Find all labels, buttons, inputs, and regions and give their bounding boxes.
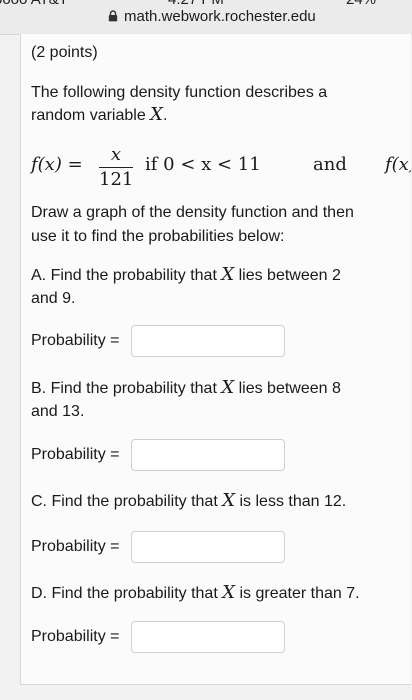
probability-c-label: Probability = — [31, 538, 120, 555]
instruction-line-2: use it to find the probabilities below: — [31, 228, 285, 245]
probability-b-label: Probability = — [31, 446, 120, 463]
question-a-var: X — [221, 264, 235, 285]
variable-x: X — [150, 104, 163, 125]
formula-and: and — [313, 154, 347, 175]
question-a-post: lies between 2 — [234, 267, 341, 284]
question-d-var: X — [222, 582, 236, 603]
battery-level: 24% — [346, 0, 376, 8]
question-d-pre: D. Find the probability that — [31, 585, 223, 602]
probability-d-label: Probability = — [31, 628, 120, 645]
probability-b-input[interactable] — [131, 439, 285, 471]
question-d-post: is greater than 7. — [235, 585, 360, 602]
probability-a-input[interactable] — [131, 325, 285, 357]
question-b-text-2: and 13. — [31, 403, 85, 420]
question-b-text: B. Find the probability that X lies betw… — [31, 377, 341, 400]
fraction-bar — [99, 167, 133, 168]
intro-period: . — [163, 107, 168, 124]
question-c-post: is less than 12. — [235, 493, 347, 510]
formula-condition: if 0 < x < 11 — [145, 154, 261, 175]
question-b-var: X — [221, 377, 235, 398]
status-bar: ᴏᴏᴏᴏ AT&T 4:27 PM 24% math.webwork.roche… — [0, 0, 412, 35]
address-bar[interactable]: math.webwork.rochester.edu — [108, 8, 316, 25]
intro-text: random variable — [31, 107, 151, 124]
question-b-pre: B. Find the probability that — [31, 380, 222, 397]
question-c-text: C. Find the probability that X is less t… — [31, 490, 346, 513]
probability-d-input[interactable] — [131, 621, 285, 653]
formula-fraction: x 121 — [99, 144, 133, 191]
question-a-text-2: and 9. — [31, 290, 76, 307]
problem-card: (2 points) The following density functio… — [20, 34, 411, 685]
question-c-pre: C. Find the probability that — [31, 493, 223, 510]
intro-line-1: The following density function describes… — [31, 84, 328, 101]
question-b-post: lies between 8 — [234, 380, 341, 397]
url-text: math.webwork.rochester.edu — [124, 8, 316, 25]
formula-lhs: f(x) = — [31, 154, 83, 175]
formula-numerator: x — [110, 144, 122, 165]
density-formula: f(x) = x 121 if 0 < x < 11 and f(x) — [31, 144, 411, 194]
probability-a-label: Probability = — [31, 332, 120, 349]
points-label: (2 points) — [31, 44, 98, 61]
formula-continuation: f(x) — [385, 154, 411, 175]
question-d-text: D. Find the probability that X is greate… — [31, 582, 360, 605]
question-c-var: X — [222, 490, 236, 511]
probability-c-input[interactable] — [131, 531, 285, 563]
intro-line-2: random variable X. — [31, 104, 167, 127]
question-a-pre: A. Find the probability that — [31, 267, 222, 284]
instruction-line-1: Draw a graph of the density function and… — [31, 204, 354, 221]
clock: 4:27 PM — [168, 0, 224, 8]
formula-denominator: 121 — [99, 169, 134, 190]
carrier-label: ᴏᴏᴏᴏ AT&T — [0, 0, 68, 8]
lock-icon — [108, 10, 118, 22]
question-a-text: A. Find the probability that X lies betw… — [31, 264, 341, 287]
